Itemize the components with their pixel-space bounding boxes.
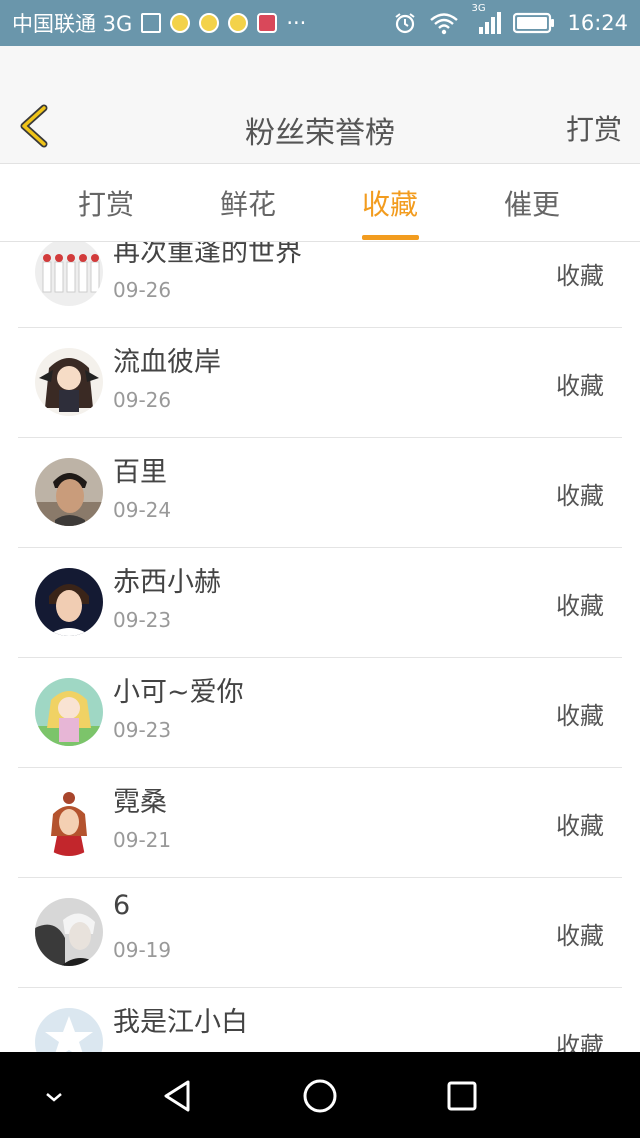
tab-bar: 打赏 鲜花 收藏 催更 (0, 165, 640, 242)
action-label: 收藏 (556, 372, 604, 400)
avatar[interactable] (35, 788, 103, 856)
navigation-bar (0, 1052, 640, 1138)
list-item[interactable]: 小可~爱你 09-23 收藏 (18, 658, 622, 768)
avatar[interactable] (35, 568, 103, 636)
status-bar: 中国联通 3G ··· 3G 16:24 (0, 0, 640, 46)
header-spacer (0, 46, 640, 86)
network-type-label: 3G (471, 3, 486, 14)
tab-collect[interactable]: 收藏 (330, 165, 450, 242)
user-name: 小可~爱你 (113, 677, 244, 708)
bulb-icon (170, 13, 191, 33)
date-label: 09-23 (113, 718, 172, 742)
list-item[interactable]: 6 09-19 收藏 (18, 878, 622, 988)
user-name: 我是江小白 (113, 1007, 248, 1038)
list-item[interactable]: 流血彼岸 09-26 收藏 (18, 328, 622, 438)
signal-icon: 3G (471, 3, 502, 35)
user-name: 赤西小赫 (113, 567, 221, 598)
date-label: 09-23 (113, 608, 172, 632)
home-nav-button[interactable] (296, 1072, 344, 1120)
list-item[interactable]: 霓桑 09-21 收藏 (18, 768, 622, 878)
date-label: 09-26 (113, 388, 172, 412)
date-label: 09-21 (113, 828, 172, 852)
action-label: 收藏 (556, 1032, 604, 1052)
image-icon (141, 13, 162, 33)
avatar[interactable] (35, 898, 103, 966)
date-label: 09-24 (113, 498, 172, 522)
action-label: 收藏 (556, 482, 604, 510)
user-name: 再次重逢的世界 (113, 242, 302, 268)
list-item[interactable]: 再次重逢的世界 09-26 收藏 (18, 242, 622, 328)
date-label: 09-19 (113, 938, 172, 962)
clock: 16:24 (567, 11, 628, 35)
bulb-icon (199, 13, 220, 33)
bulb-icon (228, 13, 249, 33)
date-label: 09-26 (113, 278, 172, 302)
page-title: 粉丝荣誉榜 (245, 116, 395, 151)
title-bar: 粉丝荣誉榜 打赏 (0, 86, 640, 164)
more-notifications-indicator: ··· (286, 11, 307, 35)
tab-urge[interactable]: 催更 (472, 165, 592, 242)
action-label: 收藏 (556, 922, 604, 950)
tab-reward[interactable]: 打赏 (46, 165, 166, 242)
home-circle-icon (303, 1079, 337, 1113)
tab-flowers[interactable]: 鲜花 (188, 165, 308, 242)
back-button[interactable] (14, 104, 58, 148)
hide-keyboard-icon (46, 1093, 62, 1102)
list-item[interactable]: 我是江小白 收藏 (18, 988, 622, 1052)
alarm-icon (393, 11, 417, 35)
user-name: 流血彼岸 (113, 347, 221, 378)
action-label: 收藏 (556, 812, 604, 840)
avatar[interactable] (35, 458, 103, 526)
active-tab-indicator (362, 235, 419, 240)
list-item[interactable]: 百里 09-24 收藏 (18, 438, 622, 548)
user-name: 6 (113, 890, 131, 921)
user-name: 霓桑 (113, 787, 167, 818)
hide-keyboard-button[interactable] (30, 1072, 78, 1120)
carrier-label: 中国联通 3G (12, 12, 133, 36)
avatar[interactable] (35, 678, 103, 746)
wifi-icon (429, 11, 459, 35)
battery-icon (513, 12, 555, 34)
avatar[interactable] (35, 1008, 103, 1052)
recents-square-icon (447, 1081, 477, 1111)
back-nav-button[interactable] (154, 1072, 202, 1120)
recents-nav-button[interactable] (438, 1072, 486, 1120)
back-triangle-icon (164, 1080, 190, 1112)
chevron-left-icon (20, 104, 48, 148)
user-name: 百里 (113, 457, 167, 488)
list-item[interactable]: 赤西小赫 09-23 收藏 (18, 548, 622, 658)
action-label: 收藏 (556, 262, 604, 290)
reward-button[interactable]: 打赏 (566, 108, 622, 148)
avatar[interactable] (35, 242, 103, 306)
action-label: 收藏 (556, 702, 604, 730)
avatar[interactable] (35, 348, 103, 416)
action-label: 收藏 (556, 592, 604, 620)
huawei-app-icon (257, 13, 278, 33)
fan-list[interactable]: 再次重逢的世界 09-26 收藏 流血彼岸 09-26 收藏 百里 09-24 … (0, 242, 640, 1052)
